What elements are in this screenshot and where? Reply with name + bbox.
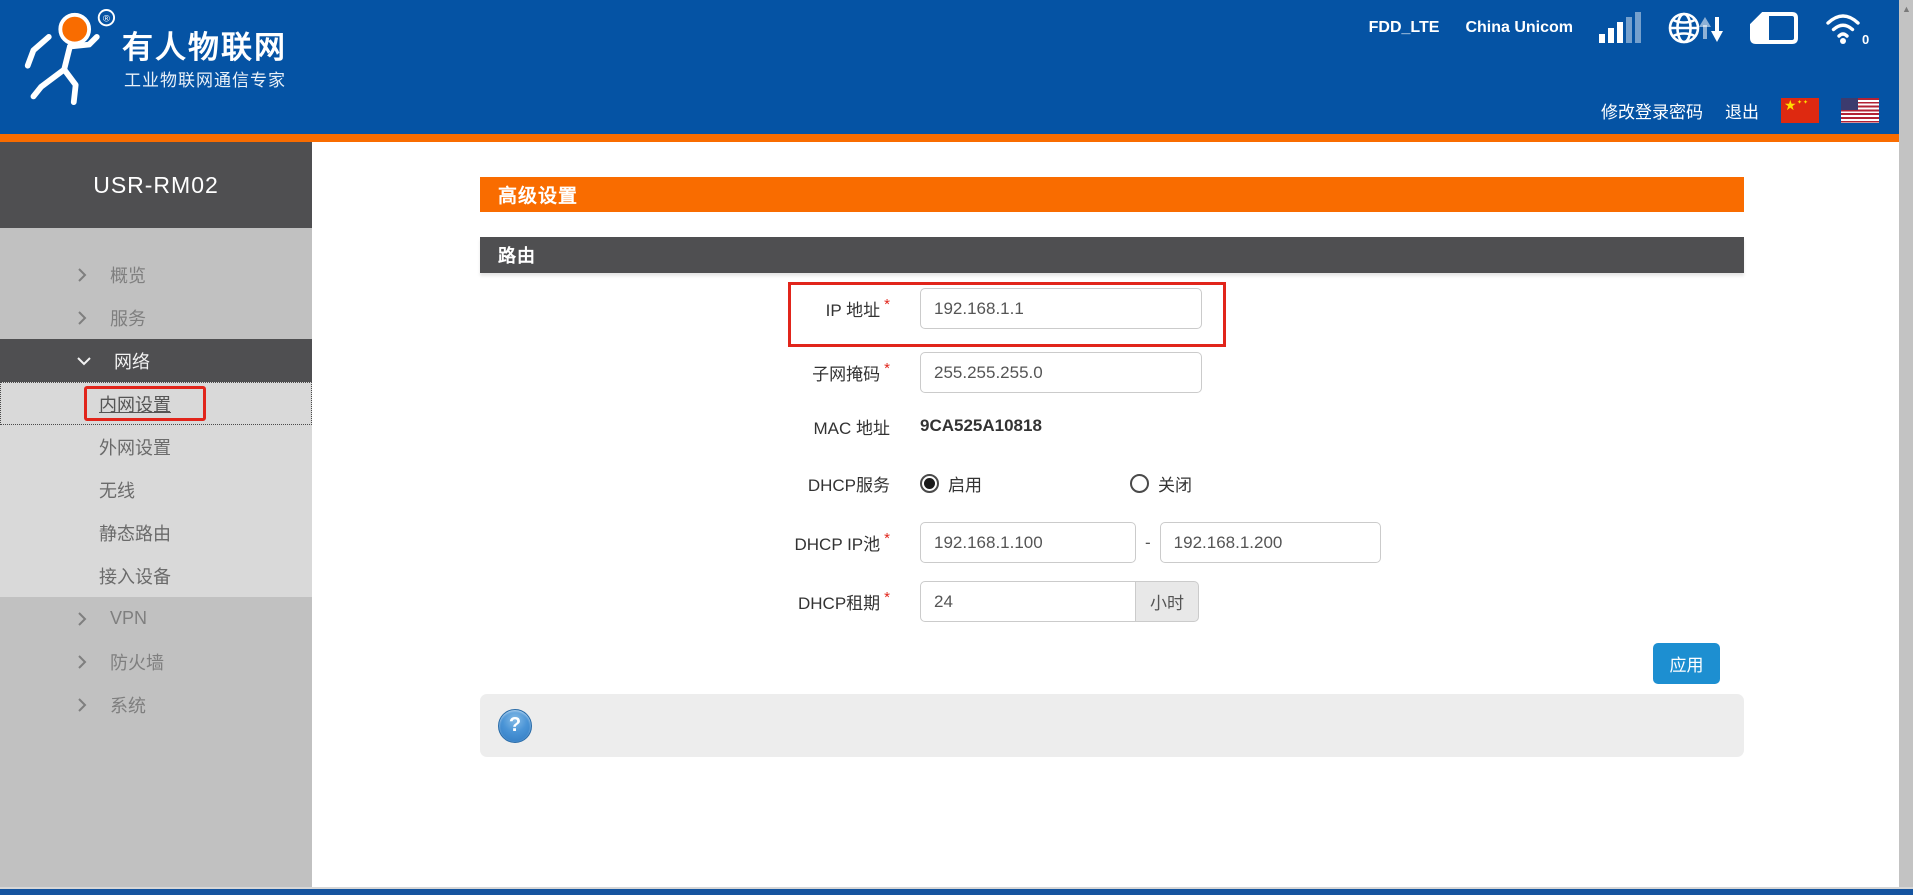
dhcp-disable-label: 关闭	[1158, 471, 1192, 496]
dhcp-lease-unit: 小时	[1136, 581, 1199, 622]
language-chinese-flag[interactable]: ★✦✦	[1781, 98, 1819, 123]
sidebar-item-system[interactable]: 系统	[0, 683, 312, 726]
dhcp-pool-label: DHCP IP池*	[480, 530, 920, 555]
chevron-right-icon	[76, 310, 88, 326]
brand-title: 有人物联网	[122, 22, 287, 67]
lan-settings-form: IP 地址* 子网掩码* MAC 地址 9CA525A10818 DHCP服务 …	[480, 288, 1744, 684]
mac-address-label: MAC 地址	[480, 414, 920, 439]
sidebar-item-label: 防火墙	[110, 649, 164, 675]
dhcp-pool-start-input[interactable]	[920, 522, 1136, 563]
required-asterisk: *	[884, 589, 890, 606]
account-row: 修改登录密码 退出 ★✦✦	[1601, 94, 1879, 126]
router-admin-page: ® 有人物联网 工业物联网通信专家 FDD_LTE China Unicom	[0, 0, 1913, 895]
bottom-bar	[0, 887, 1913, 895]
signal-strength-icon	[1599, 13, 1641, 43]
apply-row: 应用	[480, 643, 1744, 684]
mac-address-value: 9CA525A10818	[920, 416, 1042, 436]
usr-iot-logo: ®	[20, 8, 116, 108]
dhcp-service-label: DHCP服务	[480, 471, 920, 496]
submenu-item-label: 接入设备	[99, 563, 171, 589]
language-english-flag[interactable]	[1841, 98, 1879, 123]
dhcp-pool-end-input[interactable]	[1160, 522, 1381, 563]
app-header: ® 有人物联网 工业物联网通信专家 FDD_LTE China Unicom	[0, 0, 1913, 142]
sidebar-item-label: 服务	[110, 305, 146, 331]
network-submenu: 内网设置 外网设置 无线 静态路由 接入设备	[0, 382, 312, 597]
radio-button-icon	[1130, 474, 1149, 493]
sidebar-item-overview[interactable]: 概览	[0, 253, 312, 296]
submenu-item-label: 静态路由	[99, 520, 171, 546]
submenu-item-static-route[interactable]: 静态路由	[0, 511, 312, 554]
change-password-link[interactable]: 修改登录密码	[1601, 98, 1703, 123]
sidebar-item-network[interactable]: 网络	[0, 339, 312, 382]
required-asterisk: *	[884, 296, 890, 313]
netmask-input[interactable]	[920, 352, 1202, 393]
registered-mark: ®	[103, 14, 110, 25]
sidebar-item-label: 网络	[114, 348, 150, 374]
sidebar: USR-RM02 概览 服务 网络 内网设置	[0, 142, 312, 888]
submenu-item-wireless[interactable]: 无线	[0, 468, 312, 511]
sidebar-menu: 概览 服务 网络 内网设置 外网设置	[0, 253, 312, 726]
vertical-scrollbar[interactable]: ▲	[1899, 0, 1913, 888]
page-banner: 高级设置	[480, 177, 1744, 212]
sidebar-item-label: 概览	[110, 262, 146, 288]
ip-address-input[interactable]	[920, 288, 1202, 329]
submenu-item-label: 外网设置	[99, 434, 171, 460]
submenu-item-lan-settings[interactable]: 内网设置	[0, 382, 312, 425]
ip-address-label: IP 地址*	[480, 296, 920, 321]
dhcp-enable-radio[interactable]: 启用	[920, 471, 982, 496]
submenu-item-label: 无线	[99, 477, 135, 503]
submenu-item-connected-devices[interactable]: 接入设备	[0, 554, 312, 597]
logo-head	[60, 15, 89, 44]
section-title-route: 路由	[480, 237, 1744, 273]
help-panel: ?	[480, 694, 1744, 757]
chevron-right-icon	[76, 697, 88, 713]
dhcp-service-row: DHCP服务 启用 关闭	[480, 471, 1744, 495]
scrollbar-up-arrow-icon: ▲	[1902, 4, 1911, 14]
carrier-label: China Unicom	[1465, 19, 1573, 37]
chevron-right-icon	[76, 611, 88, 627]
sidebar-item-label: 系统	[110, 692, 146, 718]
chevron-right-icon	[76, 654, 88, 670]
dhcp-lease-row: DHCP租期* 小时	[480, 581, 1744, 622]
range-separator: -	[1145, 533, 1151, 553]
sidebar-item-services[interactable]: 服务	[0, 296, 312, 339]
sidebar-item-vpn[interactable]: VPN	[0, 597, 312, 640]
required-asterisk: *	[884, 360, 890, 377]
chevron-down-icon	[76, 355, 92, 367]
brand-subtitle: 工业物联网通信专家	[124, 66, 286, 91]
netmask-label: 子网掩码*	[480, 360, 920, 385]
submenu-item-label: 内网设置	[99, 391, 171, 417]
globe-traffic-icon	[1667, 9, 1723, 47]
dhcp-lease-input[interactable]	[920, 581, 1136, 622]
netmask-row: 子网掩码*	[480, 352, 1744, 393]
submenu-item-wan-settings[interactable]: 外网设置	[0, 425, 312, 468]
sim-card-icon	[1749, 11, 1799, 45]
dhcp-disable-radio[interactable]: 关闭	[1130, 471, 1192, 496]
dhcp-pool-row: DHCP IP池* -	[480, 522, 1744, 563]
status-row: FDD_LTE China Unicom	[1369, 10, 1869, 46]
dhcp-lease-label: DHCP租期*	[480, 589, 920, 614]
sidebar-item-label: VPN	[110, 608, 147, 629]
dhcp-enable-label: 启用	[948, 471, 982, 496]
mac-address-row: MAC 地址 9CA525A10818	[480, 414, 1744, 438]
radio-button-icon	[920, 474, 939, 493]
required-asterisk: *	[884, 530, 890, 547]
network-type-label: FDD_LTE	[1369, 19, 1440, 37]
logout-link[interactable]: 退出	[1725, 98, 1759, 123]
main-content: 高级设置 路由 IP 地址* 子网掩码* MAC 地址 9CA525A10818	[312, 142, 1899, 888]
wifi-client-icon: 0	[1825, 10, 1869, 46]
help-question-icon[interactable]: ?	[498, 709, 532, 743]
wifi-client-count: 0	[1862, 32, 1869, 46]
device-name: USR-RM02	[0, 142, 312, 228]
sidebar-item-firewall[interactable]: 防火墙	[0, 640, 312, 683]
chevron-right-icon	[76, 267, 88, 283]
apply-button[interactable]: 应用	[1653, 643, 1720, 684]
ip-address-row: IP 地址*	[480, 288, 1744, 329]
